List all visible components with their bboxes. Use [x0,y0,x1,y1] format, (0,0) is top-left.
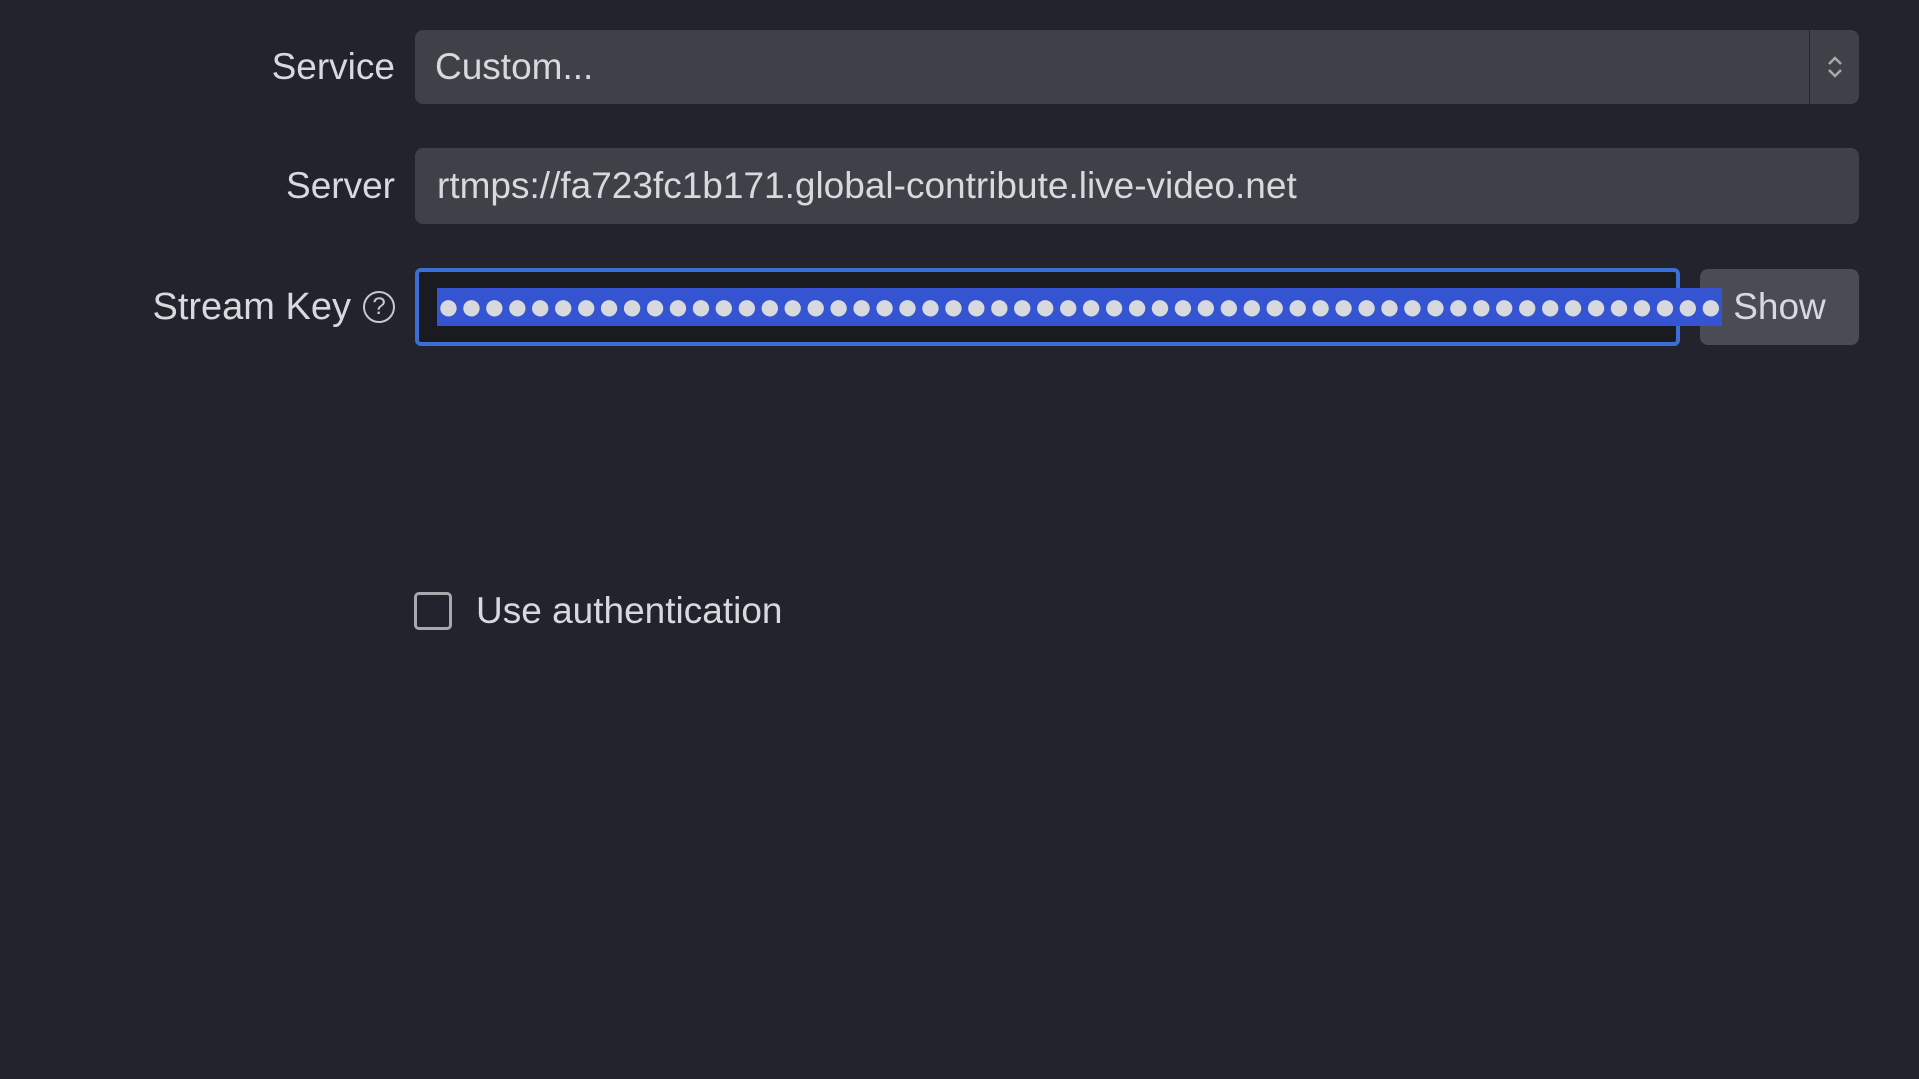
help-icon[interactable]: ? [363,291,395,323]
service-dropdown[interactable]: Custom... [415,30,1859,104]
service-row: Service Custom... [60,30,1859,104]
stream-settings-form: Service Custom... Server rtmps://fa723fc… [0,0,1919,662]
show-button[interactable]: Show [1700,269,1859,345]
stream-key-selection: ●●●●●●●●●●●●●●●●●●●●●●●●●●●●●●●●●●●●●●●●… [437,288,1722,326]
stream-key-input[interactable]: ●●●●●●●●●●●●●●●●●●●●●●●●●●●●●●●●●●●●●●●●… [415,268,1680,346]
use-authentication-checkbox[interactable] [414,592,452,630]
service-label: Service [60,46,395,88]
server-value: rtmps://fa723fc1b171.global-contribute.l… [437,165,1297,207]
use-authentication-row: Use authentication [414,590,1859,632]
server-label: Server [60,165,395,207]
server-row: Server rtmps://fa723fc1b171.global-contr… [60,148,1859,224]
service-value: Custom... [435,46,593,88]
stream-key-label-text: Stream Key [152,286,351,329]
use-authentication-label: Use authentication [476,590,782,632]
stream-key-masked-value: ●●●●●●●●●●●●●●●●●●●●●●●●●●●●●●●●●●●●●●●●… [437,288,1722,326]
stream-key-row: Stream Key ? ●●●●●●●●●●●●●●●●●●●●●●●●●●●… [60,268,1859,346]
dropdown-arrows-icon[interactable] [1809,30,1859,104]
server-input[interactable]: rtmps://fa723fc1b171.global-contribute.l… [415,148,1859,224]
stream-key-label: Stream Key ? [60,286,395,329]
